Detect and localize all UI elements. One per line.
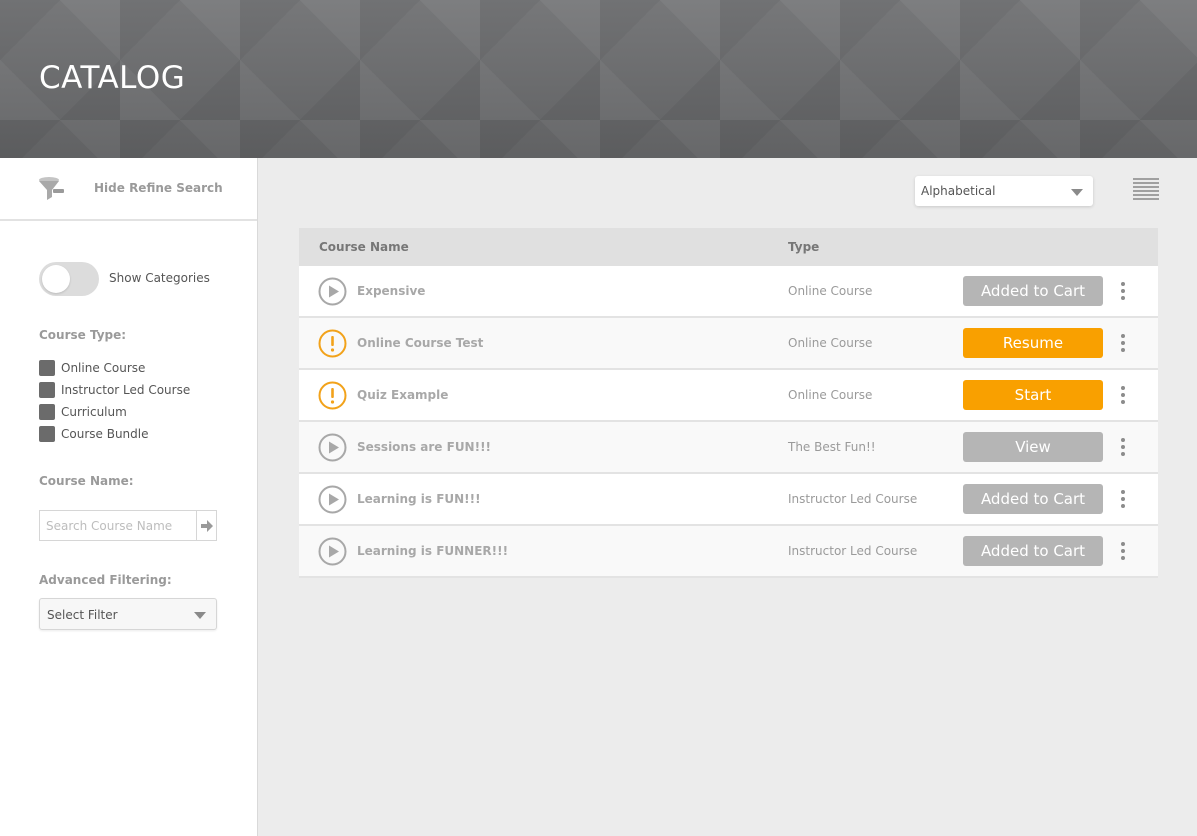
table-row[interactable]: Sessions are FUN!!! The Best Fun!! View — [299, 422, 1158, 474]
course-type-bundle[interactable]: Course Bundle — [39, 423, 190, 445]
checkbox[interactable] — [39, 426, 55, 442]
column-header-type[interactable]: Type — [788, 240, 819, 254]
show-categories-label: Show Categories — [109, 271, 210, 285]
table-row[interactable]: Online Course Test Online Course Resume — [299, 318, 1158, 370]
course-type: The Best Fun!! — [788, 440, 876, 454]
course-table: Course Name Type Expensive Online Course A… — [299, 228, 1158, 578]
course-type: Instructor Led Course — [788, 492, 918, 506]
course-type-instructor-led[interactable]: Instructor Led Course — [39, 379, 190, 401]
course-name[interactable]: Online Course Test — [357, 336, 483, 350]
course-type-heading: Course Type: — [39, 328, 127, 342]
course-type-label: Course Bundle — [61, 427, 149, 441]
chevron-down-icon — [194, 612, 206, 619]
course-type-label: Online Course — [61, 361, 146, 375]
hide-refine-search-button[interactable]: Hide Refine Search — [0, 158, 257, 221]
course-action-button[interactable]: Start — [963, 380, 1103, 410]
arrow-right-icon — [200, 519, 213, 532]
refine-sidebar: Hide Refine Search Show Categories Cours… — [0, 158, 258, 836]
page-title: CATALOG — [39, 60, 186, 96]
course-name[interactable]: Quiz Example — [357, 388, 448, 402]
column-header-course-name[interactable]: Course Name — [319, 240, 409, 254]
course-name-search — [39, 510, 217, 541]
play-icon[interactable] — [318, 433, 347, 462]
more-options-icon[interactable] — [1117, 332, 1129, 354]
course-action-button[interactable]: Added to Cart — [963, 276, 1103, 306]
course-name[interactable]: Learning is FUN!!! — [357, 492, 481, 506]
play-icon[interactable] — [318, 537, 347, 566]
alert-icon — [318, 381, 347, 410]
course-action-button[interactable]: Added to Cart — [963, 536, 1103, 566]
course-type-online[interactable]: Online Course — [39, 357, 190, 379]
filter-value: Select Filter — [47, 608, 118, 622]
alert-icon — [318, 329, 347, 358]
more-options-icon[interactable] — [1117, 384, 1129, 406]
checkbox[interactable] — [39, 360, 55, 376]
course-name[interactable]: Learning is FUNNER!!! — [357, 544, 508, 558]
course-type-curriculum[interactable]: Curriculum — [39, 401, 190, 423]
toggle-knob — [42, 265, 70, 293]
course-type: Online Course — [788, 284, 873, 298]
sort-select[interactable]: Alphabetical — [915, 176, 1093, 206]
course-type: Online Course — [788, 336, 873, 350]
header-banner: CATALOG — [0, 0, 1197, 158]
hide-refine-search-label: Hide Refine Search — [94, 181, 223, 195]
more-options-icon[interactable] — [1117, 280, 1129, 302]
course-name[interactable]: Sessions are FUN!!! — [357, 440, 491, 454]
table-header: Course Name Type — [299, 228, 1158, 266]
table-row[interactable]: Expensive Online Course Added to Cart — [299, 266, 1158, 318]
course-type: Instructor Led Course — [788, 544, 918, 558]
table-row[interactable]: Learning is FUN!!! Instructor Led Course A… — [299, 474, 1158, 526]
search-input[interactable] — [40, 511, 196, 540]
list-view-icon[interactable] — [1133, 178, 1159, 202]
search-submit-button[interactable] — [196, 511, 216, 540]
course-name-heading: Course Name: — [39, 474, 134, 488]
play-icon[interactable] — [318, 277, 347, 306]
more-options-icon[interactable] — [1117, 436, 1129, 458]
course-action-button[interactable]: Added to Cart — [963, 484, 1103, 514]
course-action-button[interactable]: Resume — [963, 328, 1103, 358]
more-options-icon[interactable] — [1117, 488, 1129, 510]
checkbox[interactable] — [39, 404, 55, 420]
course-type-label: Instructor Led Course — [61, 383, 191, 397]
course-type-list: Online Course Instructor Led Course Curr… — [39, 357, 190, 445]
advanced-filtering-heading: Advanced Filtering: — [39, 573, 172, 587]
table-body: Expensive Online Course Added to Cart Onlin… — [299, 266, 1158, 578]
chevron-down-icon — [1071, 189, 1083, 196]
course-type: Online Course — [788, 388, 873, 402]
funnel-icon — [39, 177, 64, 200]
advanced-filter-select[interactable]: Select Filter — [39, 598, 217, 630]
show-categories-toggle[interactable] — [39, 262, 99, 296]
more-options-icon[interactable] — [1117, 540, 1129, 562]
play-icon[interactable] — [318, 485, 347, 514]
course-action-button[interactable]: View — [963, 432, 1103, 462]
table-row[interactable]: Quiz Example Online Course Start — [299, 370, 1158, 422]
course-name[interactable]: Expensive — [357, 284, 425, 298]
course-type-label: Curriculum — [61, 405, 127, 419]
table-row[interactable]: Learning is FUNNER!!! Instructor Led Cour… — [299, 526, 1158, 578]
sort-value: Alphabetical — [921, 184, 996, 198]
checkbox[interactable] — [39, 382, 55, 398]
